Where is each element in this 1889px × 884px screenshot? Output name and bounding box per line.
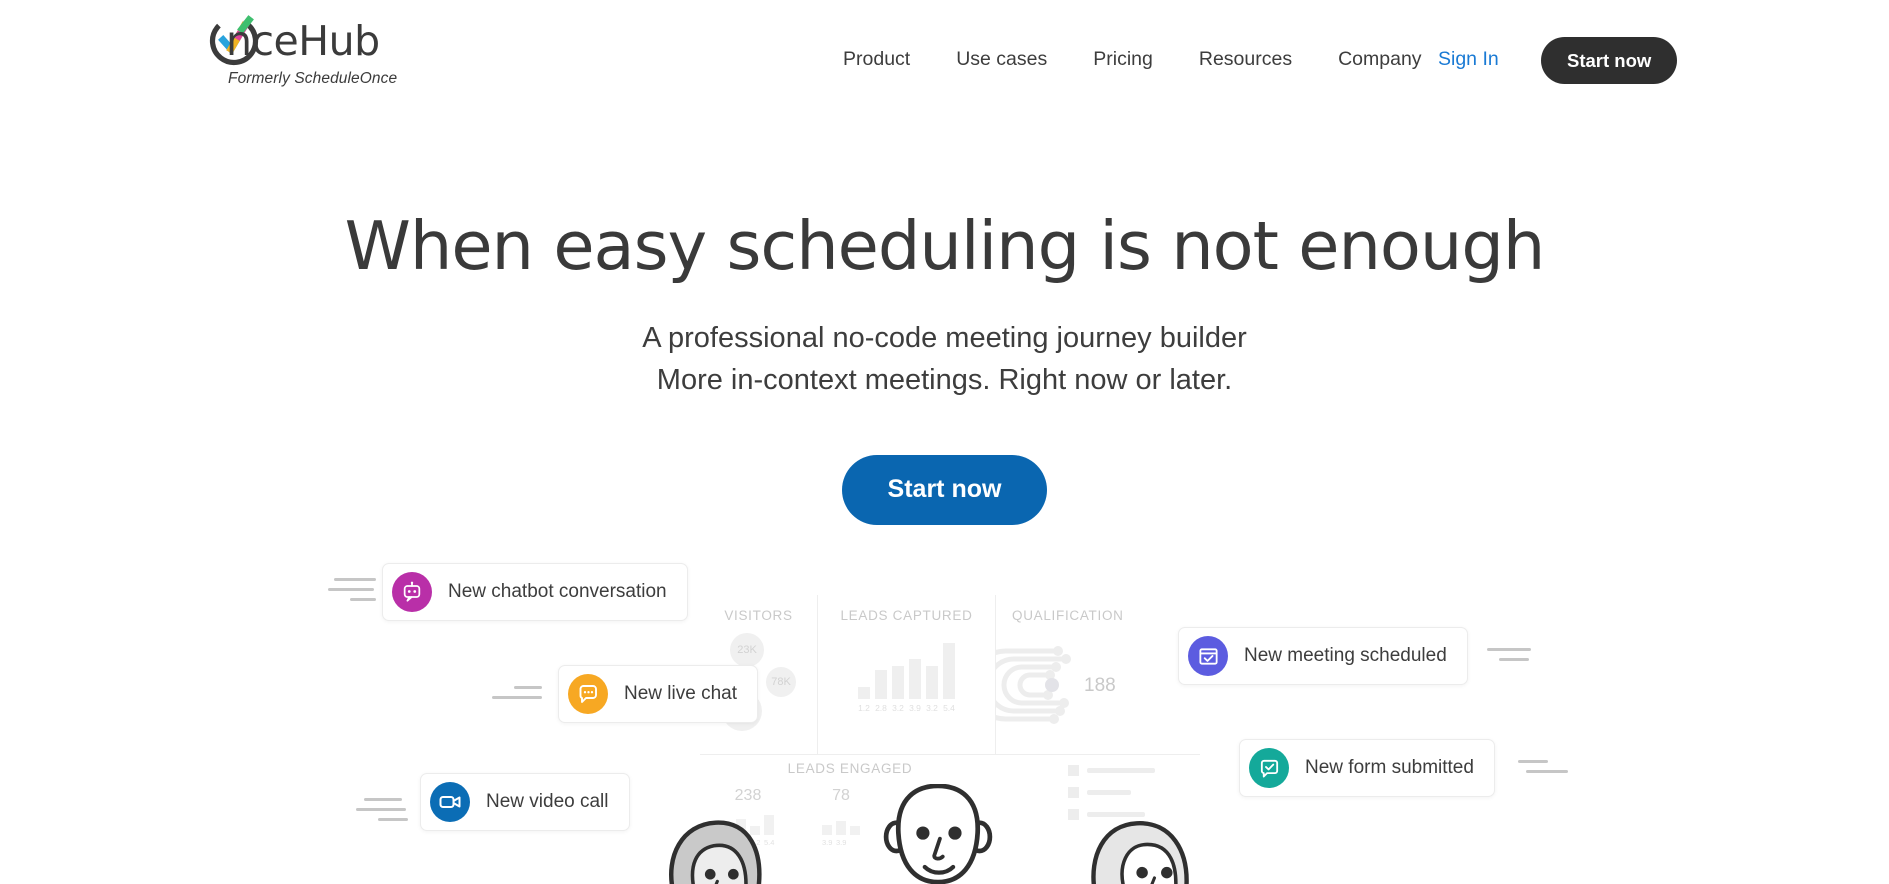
notification-live-chat[interactable]: New live chat <box>558 665 758 723</box>
qualification-routing-graphic: 188 <box>969 629 1146 739</box>
speed-lines-live-chat <box>492 686 542 706</box>
chatbot-icon <box>392 572 432 612</box>
bar <box>858 687 870 699</box>
bar <box>943 643 955 699</box>
leads-engaged-title: LEADS ENGAGED <box>787 761 913 776</box>
bar <box>926 666 938 699</box>
bar-label: 3.2 <box>926 703 938 713</box>
bar-label: 5.4 <box>943 703 955 713</box>
routing-funnel-icon: 188 <box>969 646 1116 724</box>
leads-engaged-value-1: 238 <box>734 787 762 804</box>
sign-in-link[interactable]: Sign In <box>1438 0 1499 118</box>
person-avatar-icon <box>1091 821 1189 884</box>
hero-start-now-button[interactable]: Start now <box>841 454 1048 525</box>
illustration-person-right <box>1078 818 1208 884</box>
leads-engaged-value-2: 78 <box>832 787 850 804</box>
mini-bars-2 <box>822 809 860 835</box>
person-avatar-icon <box>883 783 993 884</box>
notification-label: New form submitted <box>1305 757 1474 778</box>
nav-item-company[interactable]: Company <box>1315 48 1444 71</box>
bar-label: 1.2 <box>858 703 870 713</box>
hero-subtitle-line-1: A professional no-code meeting journey b… <box>642 322 1247 355</box>
mini-labels-2: 3.9 3.9 <box>822 838 847 847</box>
column-title-visitors: VISITORS <box>724 608 793 623</box>
bar-item: 3.9 <box>909 659 921 713</box>
list-bullet-icon <box>1068 787 1079 798</box>
side-list-item <box>1068 787 1188 798</box>
form-check-icon <box>1249 748 1289 788</box>
header-start-now-button[interactable]: Start now <box>1541 37 1678 84</box>
notification-label: New chatbot conversation <box>448 581 667 602</box>
notification-chatbot-conversation[interactable]: New chatbot conversation <box>382 563 688 621</box>
calendar-check-icon <box>1188 636 1228 676</box>
dashboard-top-row: VISITORS 23K 15M 78K 345K LEADS CAPTURED… <box>686 595 1200 755</box>
live-chat-icon <box>568 674 608 714</box>
bar <box>875 670 887 699</box>
column-title-qualification: QUALIFICATION <box>1012 608 1124 623</box>
dashboard-column-qualification: QUALIFICATION 188 <box>969 595 1200 755</box>
cta-container: Start now <box>0 454 1889 525</box>
notification-label: New meeting scheduled <box>1244 645 1447 666</box>
logo[interactable]: nceHub Formerly ScheduleOnce <box>208 15 408 88</box>
page-title: When easy scheduling is not enough <box>344 207 1546 285</box>
nav-item-product[interactable]: Product <box>820 48 933 71</box>
visitor-bubble-78k: 78K <box>766 667 796 697</box>
notification-meeting-scheduled[interactable]: New meeting scheduled <box>1178 627 1468 685</box>
bar-label: 2.8 <box>875 703 887 713</box>
speed-lines-form <box>1518 760 1568 780</box>
hero-subtitle-line-2: More in-context meetings. Right now or l… <box>656 363 1233 396</box>
hero-section: When easy scheduling is not enough A pro… <box>0 210 1889 525</box>
bar-item: 5.4 <box>943 643 955 713</box>
notification-label: New video call <box>486 791 609 812</box>
logo-mark: nceHub <box>208 15 380 66</box>
illustration-person-left <box>655 812 785 884</box>
bar-item: 2.8 <box>875 670 887 713</box>
side-list-item <box>1068 765 1188 776</box>
bar-item: 3.2 <box>926 666 938 713</box>
site-header: nceHub Formerly ScheduleOnce Product Use… <box>0 0 1889 118</box>
qualification-count: 188 <box>1084 675 1116 696</box>
speed-lines-meeting <box>1487 648 1531 668</box>
nav-item-resources[interactable]: Resources <box>1176 48 1315 71</box>
speed-lines-chatbot <box>328 578 376 608</box>
column-title-leads-captured: LEADS CAPTURED <box>840 608 973 623</box>
speed-lines-video-call <box>356 798 408 828</box>
illustration-person-center <box>872 783 1004 884</box>
bar-label: 3.2 <box>892 703 904 713</box>
leads-captured-bar-chart: 1.2 2.8 3.2 3.9 3.2 5.4 <box>818 635 995 713</box>
bar-label: 3.9 <box>909 703 921 713</box>
bar-item: 1.2 <box>858 687 870 713</box>
visitor-bubble-23k: 23K <box>730 633 764 667</box>
nav-item-use-cases[interactable]: Use cases <box>933 48 1070 71</box>
nav-item-pricing[interactable]: Pricing <box>1070 48 1176 71</box>
landing-page: nceHub Formerly ScheduleOnce Product Use… <box>0 0 1889 884</box>
person-avatar-icon <box>669 820 762 884</box>
main-navigation: Product Use cases Pricing Resources Comp… <box>820 0 1445 118</box>
bar-item: 3.2 <box>892 666 904 713</box>
dashboard-column-leads-captured: LEADS CAPTURED 1.2 2.8 3.2 3.9 3.2 5.4 <box>818 595 996 755</box>
bar <box>909 659 921 699</box>
notification-label: New live chat <box>624 683 737 704</box>
leads-engaged-group-2: 78 3.9 3.9 <box>822 787 860 847</box>
hero-subtitle: A professional no-code meeting journey b… <box>0 318 1889 400</box>
video-call-icon <box>430 782 470 822</box>
notification-form-submitted[interactable]: New form submitted <box>1239 739 1495 797</box>
logo-wordmark: nceHub <box>226 16 380 65</box>
list-bullet-icon <box>1068 765 1079 776</box>
notification-video-call[interactable]: New video call <box>420 773 630 831</box>
bar <box>892 666 904 699</box>
logo-tagline: Formerly ScheduleOnce <box>228 70 398 87</box>
